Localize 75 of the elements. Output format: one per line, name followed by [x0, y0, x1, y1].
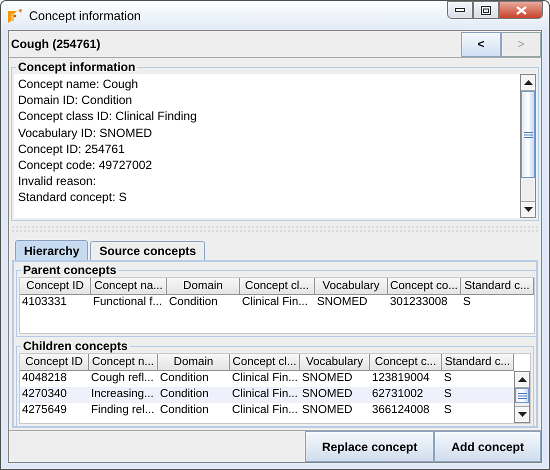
info-line: Standard concept: S — [18, 189, 128, 206]
column-header[interactable]: Domain — [158, 354, 230, 371]
table-cell-text: 123819004 — [371, 371, 431, 386]
close-icon[interactable] — [516, 6, 526, 14]
table-cell-text: Condition — [159, 403, 210, 418]
table-cell-text: Condition — [159, 371, 210, 386]
column-header[interactable]: Standard c... — [461, 278, 534, 295]
table-cell-text: SNOMED — [301, 403, 354, 418]
table-cell-text: SNOMED — [316, 295, 368, 310]
previous-button[interactable]: < — [461, 32, 501, 56]
table-cell-text: 4275649 — [21, 403, 68, 418]
section-title: Concept information — [17, 60, 136, 74]
replace-button[interactable]: Replace concept — [304, 431, 434, 462]
scrollbar[interactable] — [514, 371, 530, 423]
add-button[interactable]: Add concept — [434, 431, 541, 462]
column-header[interactable]: Concept ID — [20, 278, 91, 295]
table-cell: 4270340 — [20, 387, 89, 403]
table-cell-text: 4103331 — [21, 295, 68, 310]
up-arrow-icon[interactable] — [518, 377, 526, 382]
table-cell: 62731002 — [370, 387, 442, 403]
app-logo-icon — [7, 8, 23, 24]
children-concepts-title: Children concepts — [22, 339, 129, 353]
table-cell-text: 4048218 — [21, 371, 68, 386]
table-cell-text: Clinical Fin... — [241, 295, 309, 310]
column-header[interactable]: Concept cl... — [230, 354, 300, 371]
down-arrow-icon[interactable] — [524, 207, 532, 212]
info-line: Vocabulary ID: SNOMED — [18, 124, 154, 141]
tab[interactable]: Hierarchy — [15, 240, 88, 260]
minimize-button[interactable] — [447, 1, 473, 19]
column-header[interactable]: Vocabulary — [300, 354, 370, 371]
scrollbar[interactable] — [520, 74, 536, 218]
info-line: Concept name: Cough — [18, 76, 140, 92]
close-button[interactable] — [499, 1, 543, 19]
table-cell-text: Condition — [168, 295, 219, 310]
grip-icon[interactable] — [524, 132, 532, 138]
column-header[interactable]: Concept cl... — [240, 278, 315, 295]
info-line: Concept ID: 254761 — [18, 140, 126, 158]
table-cell-text: S — [443, 371, 453, 386]
table-cell-text: S — [462, 295, 472, 310]
column-header[interactable]: Concept n... — [89, 354, 158, 371]
info-line: Concept code: 49727002 — [18, 157, 154, 174]
column-header[interactable]: Concept co... — [388, 278, 461, 295]
table-cell: Condition — [158, 387, 230, 403]
tab[interactable]: Source concepts — [90, 241, 206, 260]
info-line: Concept class ID: Clinical Finding — [18, 108, 198, 125]
column-header[interactable]: Domain — [167, 278, 240, 295]
concept-heading: Cough (254761) — [10, 37, 102, 51]
info-line: Invalid reason: — [18, 173, 98, 190]
column-header[interactable]: Vocabulary — [315, 278, 388, 295]
table-cell-text: 301233008 — [389, 295, 449, 310]
maximize-icon[interactable] — [481, 6, 491, 14]
info-line: Domain ID: Condition — [18, 92, 134, 108]
table-cell-text: S — [443, 403, 453, 418]
parent-concepts-title: Parent concepts — [22, 263, 118, 277]
table-cell: Increasing... — [89, 387, 158, 403]
minimize-icon[interactable] — [455, 8, 465, 12]
column-header[interactable]: Standard c... — [442, 354, 514, 371]
column-header[interactable]: Concept ID — [20, 354, 89, 371]
maximize-button[interactable] — [473, 1, 499, 19]
table-cell-text: Clinical Fin... — [231, 403, 299, 418]
grip-icon[interactable] — [518, 392, 526, 398]
table-cell-text: Clinical Fin... — [231, 371, 299, 386]
table-cell-text: Functional f... — [92, 295, 164, 310]
column-header[interactable]: Concept na... — [91, 278, 167, 295]
table-cell-text: 366124008 — [371, 403, 431, 418]
down-arrow-icon[interactable] — [518, 412, 526, 417]
table-cell: Clinical Fin... — [230, 387, 300, 403]
table-cell-text: Finding rel... — [90, 403, 156, 418]
table-cell-text: SNOMED — [301, 371, 354, 386]
table-cell-text: Cough refl... — [90, 371, 155, 386]
table-cell: S — [442, 387, 514, 403]
up-arrow-icon[interactable] — [524, 80, 532, 85]
column-header[interactable]: Concept c... — [370, 354, 442, 371]
window-title: Concept information — [29, 8, 142, 22]
table-cell: SNOMED — [300, 387, 370, 403]
